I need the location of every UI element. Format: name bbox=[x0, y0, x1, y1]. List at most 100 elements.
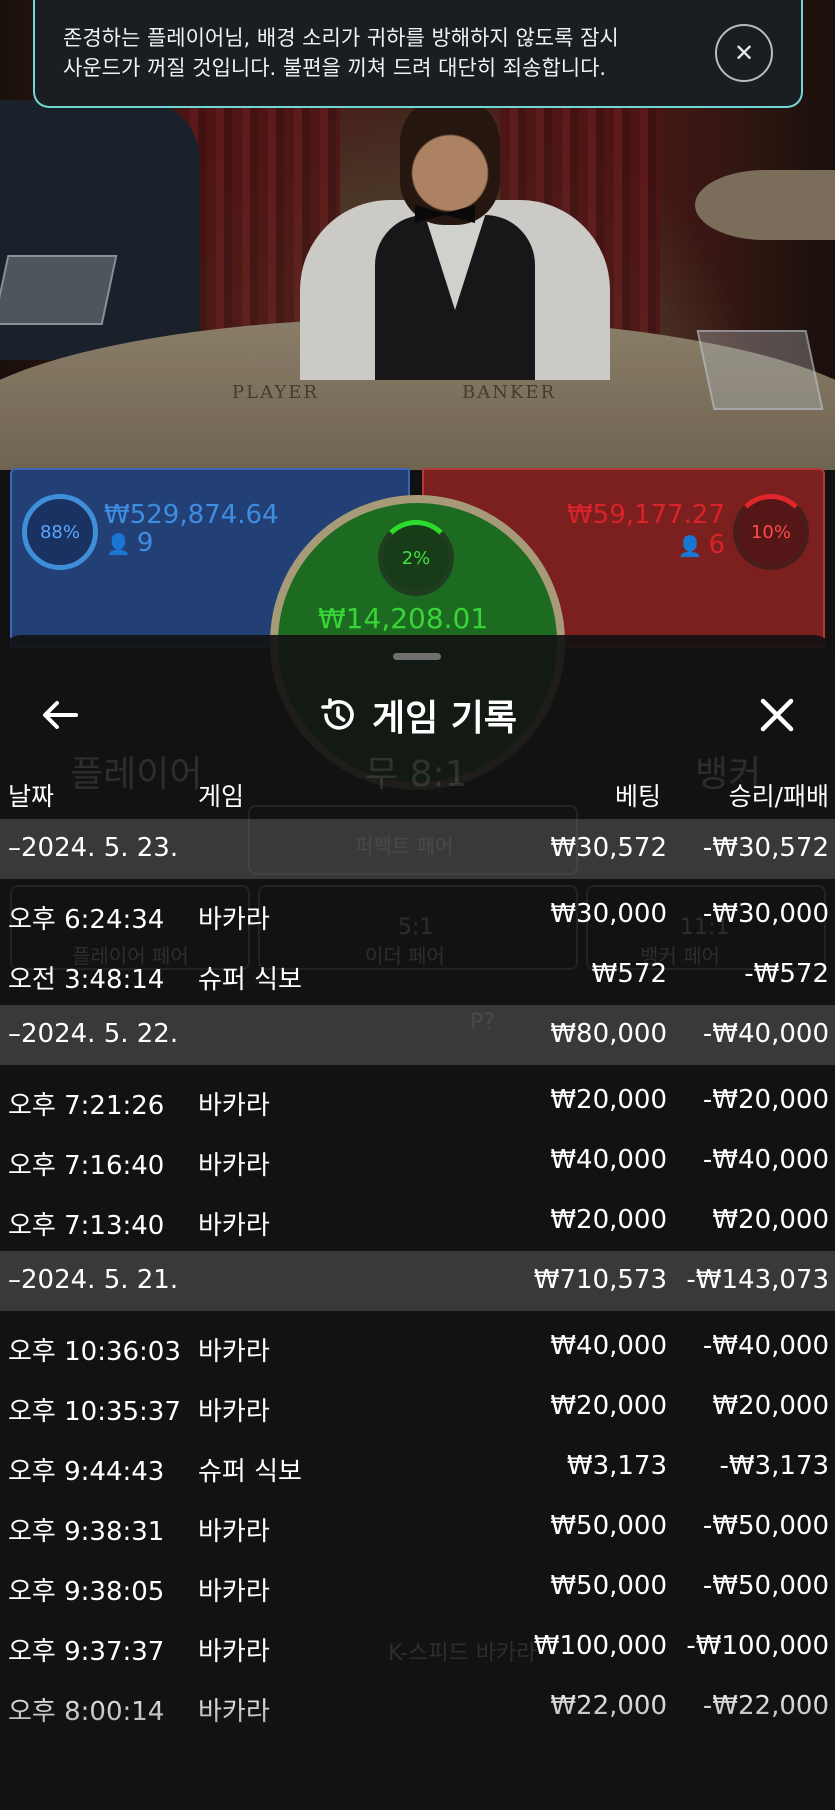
row-date: 오후 9:38:05 bbox=[8, 1577, 165, 1607]
row-date: 오후 7:16:40 bbox=[8, 1151, 165, 1181]
panel-title: 게임 기록 bbox=[371, 698, 517, 739]
column-game: 게임 bbox=[198, 782, 245, 811]
row-bet-amount: ₩3,173 bbox=[566, 1451, 667, 1481]
row-win-loss: -₩20,000 bbox=[702, 1085, 829, 1115]
history-date-group-row[interactable]: –2024. 5. 21. ₩710,573 -₩143,073 bbox=[0, 1251, 835, 1311]
row-game: 바카라 bbox=[198, 1337, 270, 1367]
game-history-panel: 플레이어 무 8:1 뱅커 퍼펙트 페어 플레이어 페어 5:1 이더 페어 1… bbox=[0, 635, 835, 1810]
sound-notice-toast: 존경하는 플레이어님, 배경 소리가 귀하를 방해하지 않도록 잠시 사운드가 … bbox=[33, 0, 803, 108]
row-win-loss: -₩572 bbox=[744, 959, 829, 989]
toast-close-button[interactable]: ✕ bbox=[715, 24, 773, 82]
column-result: 승리/패배 bbox=[728, 782, 829, 811]
row-date: –2024. 5. 21. bbox=[8, 1265, 179, 1295]
row-bet-amount: ₩20,000 bbox=[550, 1085, 667, 1115]
toast-message: 존경하는 플레이어님, 배경 소리가 귀하를 방해하지 않도록 잠시 사운드가 … bbox=[63, 26, 619, 80]
row-game: 바카라 bbox=[198, 1211, 270, 1241]
history-row[interactable]: 오후 9:37:37 바카라 ₩100,000 -₩100,000 bbox=[0, 1617, 835, 1677]
banker-percent: 10% bbox=[750, 521, 791, 543]
row-win-loss: ₩20,000 bbox=[712, 1205, 829, 1235]
row-bet-amount: ₩710,573 bbox=[533, 1265, 667, 1295]
history-icon bbox=[321, 698, 354, 730]
person-icon: 👤 bbox=[677, 534, 703, 558]
row-game: 바카라 bbox=[198, 1517, 270, 1547]
list-fade bbox=[0, 1680, 835, 1810]
banker-total-amount: ₩59,177.27 bbox=[566, 500, 725, 530]
row-date: 오후 10:35:37 bbox=[8, 1397, 181, 1427]
player-percent: 88% bbox=[39, 521, 80, 543]
banker-percent-ring: 10% bbox=[733, 494, 809, 570]
history-row[interactable]: 오후 9:38:31 바카라 ₩50,000 -₩50,000 bbox=[0, 1497, 835, 1557]
tie-total-amount: ₩14,208.01 bbox=[318, 602, 489, 635]
column-bet: 베팅 bbox=[614, 782, 661, 811]
row-bet-amount: ₩80,000 bbox=[550, 1019, 667, 1049]
row-bet-amount: ₩40,000 bbox=[550, 1331, 667, 1361]
player-percent-ring: 88% bbox=[22, 494, 98, 570]
row-win-loss: -₩50,000 bbox=[702, 1571, 829, 1601]
row-game: 바카라 bbox=[198, 1397, 270, 1427]
history-date-group-row[interactable]: –2024. 5. 22. ₩80,000 -₩40,000 bbox=[0, 1005, 835, 1065]
history-row[interactable]: 오후 9:38:05 바카라 ₩50,000 -₩50,000 bbox=[0, 1557, 835, 1617]
row-date: 오후 7:21:26 bbox=[8, 1091, 165, 1121]
history-row[interactable]: 오후 9:44:43 슈퍼 식보 ₩3,173 -₩3,173 bbox=[0, 1437, 835, 1497]
row-game: 바카라 bbox=[198, 1151, 270, 1181]
history-row[interactable]: 오후 10:35:37 바카라 ₩20,000 ₩20,000 bbox=[0, 1377, 835, 1437]
history-row[interactable]: 오후 10:36:03 바카라 ₩40,000 -₩40,000 bbox=[0, 1317, 835, 1377]
panel-header: 게임 기록 bbox=[0, 675, 835, 755]
banker-count-value: 6 bbox=[708, 530, 725, 560]
row-date: 오전 3:48:14 bbox=[8, 965, 165, 995]
row-bet-amount: ₩50,000 bbox=[550, 1571, 667, 1601]
player-count-value: 9 bbox=[136, 528, 154, 558]
row-game: 슈퍼 식보 bbox=[198, 1457, 302, 1487]
tie-percent: 2% bbox=[401, 547, 431, 569]
row-win-loss: -₩30,572 bbox=[702, 833, 829, 863]
close-icon: ✕ bbox=[733, 39, 755, 67]
row-win-loss: -₩3,173 bbox=[719, 1451, 829, 1481]
close-panel-button[interactable] bbox=[755, 693, 799, 737]
row-win-loss: -₩40,000 bbox=[702, 1145, 829, 1175]
row-bet-amount: ₩30,572 bbox=[550, 833, 667, 863]
row-win-loss: -₩50,000 bbox=[702, 1511, 829, 1541]
row-date: –2024. 5. 23. bbox=[8, 833, 179, 863]
history-row[interactable]: 오후 7:13:40 바카라 ₩20,000 ₩20,000 bbox=[0, 1191, 835, 1251]
row-win-loss: -₩100,000 bbox=[686, 1631, 829, 1661]
player-bettor-count: 👤 9 bbox=[106, 528, 153, 558]
row-game: 바카라 bbox=[198, 905, 270, 935]
player-total-amount: ₩529,874.64 bbox=[104, 500, 279, 530]
row-bet-amount: ₩30,000 bbox=[550, 899, 667, 929]
person-icon: 👤 bbox=[106, 532, 131, 556]
history-list[interactable]: –2024. 5. 23. ₩30,572 -₩30,572 오후 6:24:34 바카… bbox=[0, 819, 835, 1737]
row-bet-amount: ₩20,000 bbox=[550, 1391, 667, 1421]
row-date: 오후 7:13:40 bbox=[8, 1211, 165, 1241]
row-win-loss: ₩20,000 bbox=[712, 1391, 829, 1421]
history-date-group-row[interactable]: –2024. 5. 23. ₩30,572 -₩30,572 bbox=[0, 819, 835, 879]
row-game: 바카라 bbox=[198, 1637, 270, 1667]
drag-handle[interactable] bbox=[393, 653, 441, 660]
row-bet-amount: ₩100,000 bbox=[533, 1631, 667, 1661]
row-bet-amount: ₩572 bbox=[591, 959, 667, 989]
row-bet-amount: ₩50,000 bbox=[550, 1511, 667, 1541]
row-bet-amount: ₩40,000 bbox=[550, 1145, 667, 1175]
row-win-loss: -₩30,000 bbox=[702, 899, 829, 929]
row-date: 오후 9:37:37 bbox=[8, 1637, 165, 1667]
banker-bettor-count: 👤 6 bbox=[678, 530, 725, 560]
close-icon bbox=[760, 698, 794, 732]
row-game: 바카라 bbox=[198, 1091, 270, 1121]
panel-title-group: 게임 기록 bbox=[0, 689, 835, 741]
history-row[interactable]: 오전 3:48:14 슈퍼 식보 ₩572 -₩572 bbox=[0, 945, 835, 1005]
history-row[interactable]: 오후 7:16:40 바카라 ₩40,000 -₩40,000 bbox=[0, 1131, 835, 1191]
history-row[interactable]: 오후 6:24:34 바카라 ₩30,000 -₩30,000 bbox=[0, 885, 835, 945]
column-date: 날짜 bbox=[8, 782, 55, 811]
row-date: 오후 9:44:43 bbox=[8, 1457, 165, 1487]
tie-percent-ring: 2% bbox=[378, 520, 454, 596]
row-date: 오후 9:38:31 bbox=[8, 1517, 165, 1547]
row-win-loss: -₩40,000 bbox=[702, 1331, 829, 1361]
row-game: 바카라 bbox=[198, 1577, 270, 1607]
row-date: 오후 6:24:34 bbox=[8, 905, 165, 935]
row-date: –2024. 5. 22. bbox=[8, 1019, 179, 1049]
row-bet-amount: ₩20,000 bbox=[550, 1205, 667, 1235]
history-row[interactable]: 오후 7:21:26 바카라 ₩20,000 -₩20,000 bbox=[0, 1071, 835, 1131]
history-column-headers: 날짜 게임 베팅 승리/패배 bbox=[0, 765, 835, 821]
row-date: 오후 10:36:03 bbox=[8, 1337, 181, 1367]
row-game: 슈퍼 식보 bbox=[198, 965, 302, 995]
row-win-loss: -₩143,073 bbox=[686, 1265, 829, 1295]
